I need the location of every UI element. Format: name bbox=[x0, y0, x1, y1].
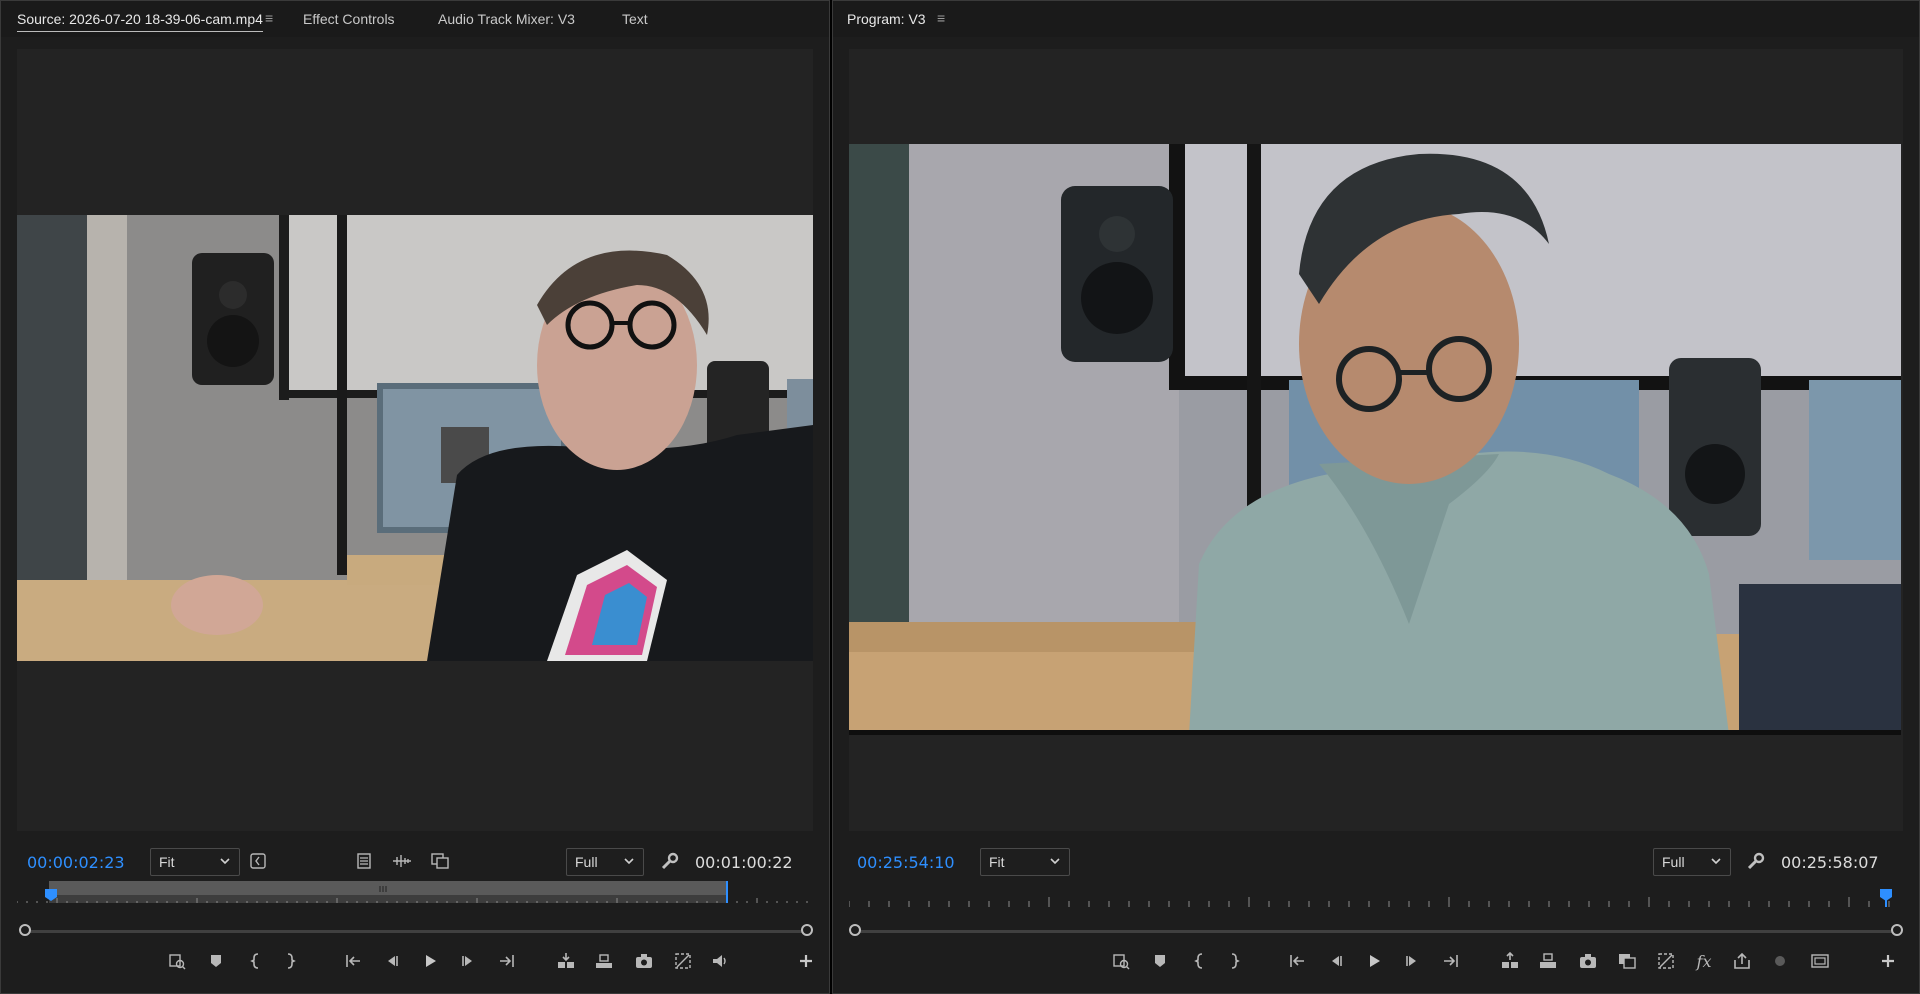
audio-icon[interactable] bbox=[709, 950, 731, 972]
program-zoom-dropdown[interactable]: Fit bbox=[980, 848, 1070, 876]
proxy-icon[interactable] bbox=[1655, 950, 1677, 972]
overwrite-icon[interactable] bbox=[593, 950, 615, 972]
panel-menu-icon[interactable]: ≡ bbox=[937, 10, 945, 26]
source-monitor-panel: Source: 2026-07-20 18-39-06-cam.mp4 ≡ Ef… bbox=[0, 0, 830, 994]
go-to-out-icon[interactable] bbox=[1440, 950, 1462, 972]
safe-margins-icon[interactable] bbox=[1809, 950, 1831, 972]
insert-icon[interactable] bbox=[555, 950, 577, 972]
program-current-timecode[interactable]: 00:25:54:10 bbox=[857, 853, 955, 872]
program-video-frame bbox=[849, 144, 1901, 735]
chevron-down-icon bbox=[1711, 858, 1721, 865]
source-zoom-scrollbar[interactable] bbox=[17, 924, 815, 938]
extract-icon[interactable] bbox=[1537, 950, 1559, 972]
program-ruler-ticks bbox=[848, 889, 1892, 907]
program-video-image bbox=[849, 144, 1901, 735]
step-forward-icon[interactable] bbox=[457, 950, 479, 972]
record-icon[interactable] bbox=[1769, 950, 1791, 972]
program-viewer[interactable] bbox=[849, 49, 1903, 831]
program-monitor-panel: Program: V3 ≡ 00:25:54:10 Fit Full 00:25… bbox=[832, 0, 1920, 994]
program-duration-timecode: 00:25:58:07 bbox=[1781, 853, 1879, 872]
program-zoom-scrollbar[interactable] bbox=[847, 924, 1905, 938]
play-icon[interactable] bbox=[419, 950, 441, 972]
go-to-in-icon[interactable] bbox=[342, 950, 364, 972]
chevron-down-icon bbox=[220, 858, 230, 865]
panel-menu-icon[interactable]: ≡ bbox=[265, 10, 273, 26]
scroll-handle-left[interactable] bbox=[19, 924, 31, 936]
source-zoom-dropdown[interactable]: Fit bbox=[150, 848, 240, 876]
tab-audio-track-mixer[interactable]: Audio Track Mixer: V3 bbox=[438, 11, 575, 27]
go-to-in-icon[interactable] bbox=[1286, 950, 1308, 972]
tab-source[interactable]: Source: 2026-07-20 18-39-06-cam.mp4 bbox=[17, 11, 263, 32]
program-resolution-dropdown[interactable]: Full bbox=[1653, 848, 1731, 876]
tab-program[interactable]: Program: V3 bbox=[847, 11, 926, 27]
source-resolution-value: Full bbox=[575, 854, 598, 870]
add-button-icon[interactable] bbox=[795, 950, 817, 972]
lift-icon[interactable] bbox=[1499, 950, 1521, 972]
fx-icon[interactable]: fx bbox=[1693, 950, 1715, 972]
source-video-frame bbox=[17, 215, 813, 661]
tab-text[interactable]: Text bbox=[622, 11, 648, 27]
export-frame-icon[interactable] bbox=[1577, 950, 1599, 972]
source-resolution-dropdown[interactable]: Full bbox=[566, 848, 644, 876]
tab-effect-controls[interactable]: Effect Controls bbox=[303, 11, 395, 27]
add-marker-icon[interactable] bbox=[1110, 950, 1132, 972]
source-zoom-value: Fit bbox=[159, 854, 175, 870]
mark-out-icon[interactable] bbox=[279, 950, 301, 972]
program-time-ruler[interactable] bbox=[848, 885, 1903, 907]
source-current-timecode[interactable]: 00:00:02:23 bbox=[27, 853, 125, 872]
step-back-icon[interactable] bbox=[381, 950, 403, 972]
marker-icon[interactable] bbox=[205, 950, 227, 972]
comparison-view-icon[interactable] bbox=[1616, 950, 1638, 972]
source-time-ruler[interactable] bbox=[16, 881, 815, 903]
source-tab-bar: Source: 2026-07-20 18-39-06-cam.mp4 ≡ Ef… bbox=[1, 1, 829, 37]
step-forward-icon[interactable] bbox=[1401, 950, 1423, 972]
program-zoom-value: Fit bbox=[989, 854, 1005, 870]
add-marker-icon[interactable] bbox=[166, 950, 188, 972]
toggle-drag-icon[interactable] bbox=[247, 850, 269, 872]
chevron-down-icon bbox=[1050, 858, 1060, 865]
mark-in-icon[interactable] bbox=[245, 950, 267, 972]
source-video-image bbox=[17, 215, 813, 661]
marker-icon[interactable] bbox=[1149, 950, 1171, 972]
wrench-settings-icon[interactable] bbox=[659, 850, 681, 872]
export-frame-icon[interactable] bbox=[633, 950, 655, 972]
drag-audio-only-icon[interactable] bbox=[391, 850, 413, 872]
source-ruler-ticks bbox=[16, 881, 808, 903]
chevron-down-icon bbox=[624, 858, 634, 865]
scroll-handle-left[interactable] bbox=[849, 924, 861, 936]
share-icon[interactable] bbox=[1731, 950, 1753, 972]
source-viewer[interactable] bbox=[17, 49, 813, 831]
mark-out-icon[interactable] bbox=[1223, 950, 1245, 972]
button-editor-icon[interactable] bbox=[672, 950, 694, 972]
wrench-settings-icon[interactable] bbox=[1745, 850, 1767, 872]
source-duration-timecode: 00:01:00:22 bbox=[695, 853, 793, 872]
drag-video-only-icon[interactable] bbox=[353, 850, 375, 872]
step-back-icon[interactable] bbox=[1325, 950, 1347, 972]
add-button-icon[interactable] bbox=[1877, 950, 1899, 972]
program-tab-bar: Program: V3 ≡ bbox=[833, 1, 1919, 37]
scroll-handle-right[interactable] bbox=[801, 924, 813, 936]
multi-camera-icon[interactable] bbox=[429, 850, 451, 872]
program-resolution-value: Full bbox=[1662, 854, 1685, 870]
scroll-handle-right[interactable] bbox=[1891, 924, 1903, 936]
mark-in-icon[interactable] bbox=[1189, 950, 1211, 972]
go-to-out-icon[interactable] bbox=[496, 950, 518, 972]
play-icon[interactable] bbox=[1363, 950, 1385, 972]
